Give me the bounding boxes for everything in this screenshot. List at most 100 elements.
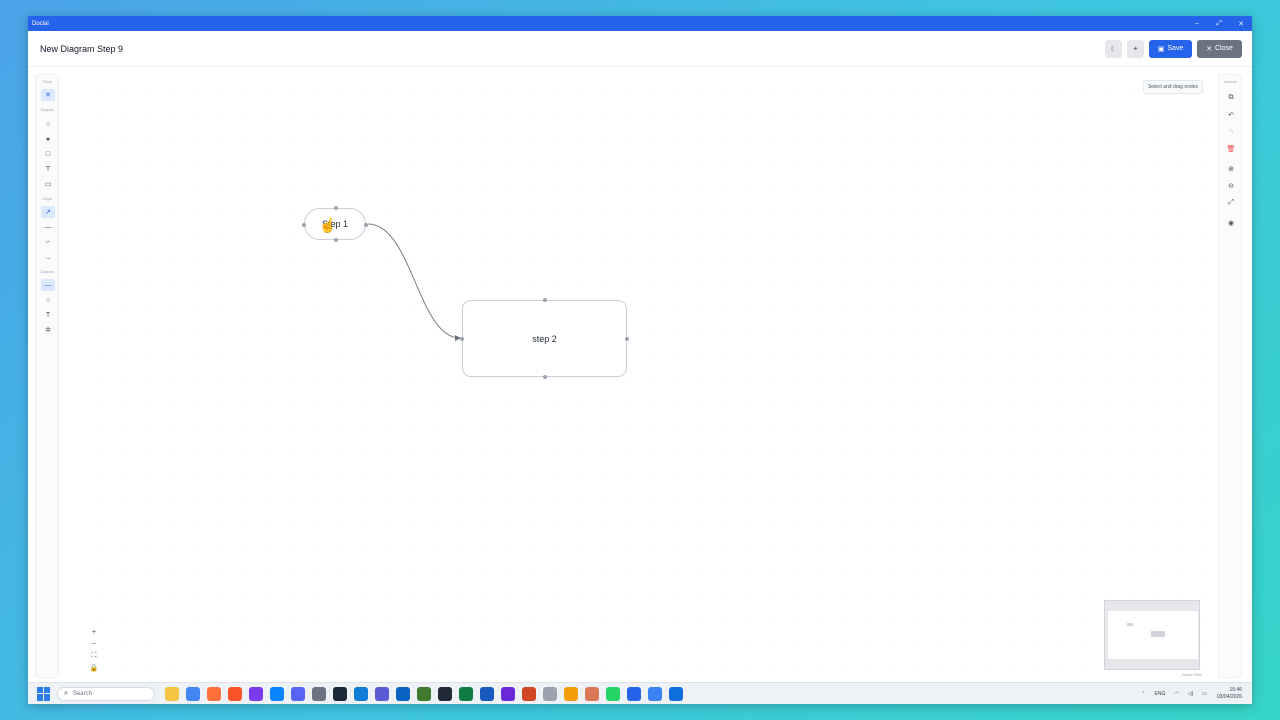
chevron-up-icon[interactable]: ⌃ bbox=[1141, 691, 1145, 697]
circle-custom-tool[interactable]: ○ bbox=[41, 294, 55, 306]
excel-icon[interactable] bbox=[459, 686, 473, 701]
minimize-button[interactable]: – bbox=[1186, 20, 1208, 27]
battery-icon[interactable]: ▭ bbox=[1202, 691, 1207, 697]
windows-logo-icon bbox=[37, 694, 43, 701]
brave-icon[interactable] bbox=[228, 686, 242, 701]
node-handle-left[interactable] bbox=[302, 223, 306, 227]
zoom-out-action[interactable]: ⊖ bbox=[1224, 180, 1238, 192]
node-step-2[interactable]: step 2 bbox=[460, 298, 629, 379]
circle-outline-tool[interactable]: ○ bbox=[41, 118, 55, 130]
clock[interactable]: 15:46 03/04/2026 bbox=[1217, 687, 1242, 701]
pen-icon[interactable] bbox=[648, 686, 662, 701]
redo-button[interactable]: ↷ bbox=[1224, 126, 1238, 138]
search-placeholder: Search bbox=[72, 690, 92, 697]
shapes-section-label: Shapes bbox=[40, 107, 54, 112]
square-icon: □ bbox=[45, 150, 51, 158]
redo-icon: ↷ bbox=[1228, 129, 1234, 136]
delete-button[interactable]: 🗑 bbox=[1224, 143, 1238, 155]
firefox-icon[interactable] bbox=[207, 686, 221, 701]
arrow-edge-tool[interactable]: → bbox=[41, 252, 55, 264]
language-indicator[interactable]: ENG bbox=[1155, 691, 1166, 697]
chatgpt-icon[interactable] bbox=[543, 686, 557, 701]
powerpoint-icon[interactable] bbox=[522, 686, 536, 701]
lock-button[interactable]: 🔒 bbox=[88, 662, 100, 674]
save-button[interactable]: ▣ Save bbox=[1149, 39, 1192, 58]
curved-edge-icon: ↗ bbox=[45, 209, 51, 216]
line-tool[interactable]: — bbox=[41, 279, 55, 291]
doclai-icon[interactable] bbox=[627, 686, 641, 701]
fit-view-action[interactable]: ⤢ bbox=[1224, 197, 1238, 209]
copy-button[interactable]: ⧉ bbox=[1224, 92, 1238, 104]
minimap-node bbox=[1151, 631, 1165, 637]
node-handle-left[interactable] bbox=[460, 337, 464, 341]
close-button[interactable]: ✕ Close bbox=[1197, 39, 1242, 58]
square-tool[interactable]: □ bbox=[41, 148, 55, 160]
minimap-node bbox=[1127, 623, 1133, 626]
sparkle-icon: ✦ bbox=[1132, 45, 1139, 53]
undo-button[interactable]: ↶ bbox=[1224, 109, 1238, 121]
notion-icon[interactable] bbox=[375, 686, 389, 701]
folder-icon[interactable] bbox=[165, 686, 179, 701]
react-flow-attribution[interactable]: React Flow bbox=[1182, 672, 1202, 677]
terminal-icon[interactable] bbox=[438, 686, 452, 701]
steam-icon[interactable] bbox=[333, 686, 347, 701]
step-edge-tool[interactable]: ⌐ bbox=[41, 236, 55, 248]
edge-icon[interactable] bbox=[354, 686, 368, 701]
zoom-in-button[interactable]: + bbox=[88, 626, 100, 638]
trash-icon: 🗑 bbox=[1226, 146, 1236, 153]
zoom-in-action[interactable]: ⊕ bbox=[1224, 163, 1238, 175]
maximize-button[interactable]: ⤢ bbox=[1208, 20, 1230, 28]
vscode-icon[interactable] bbox=[270, 686, 284, 701]
zoom-out-icon: ⊖ bbox=[1228, 183, 1234, 190]
node-handle-right[interactable] bbox=[625, 337, 629, 341]
taskbar-apps bbox=[165, 686, 690, 701]
left-toolbar: Tools ✕ Shapes ○ ● □ T ▭ Edge ↗ — ⌐ → Cu… bbox=[35, 74, 59, 678]
node-handle-top[interactable] bbox=[334, 206, 338, 210]
circle-filled-tool[interactable]: ● bbox=[41, 133, 55, 145]
zoom-controls: + − ⛶ 🔒 bbox=[88, 626, 100, 674]
taskbar-search[interactable]: ⌕ Search bbox=[57, 686, 155, 701]
node-handle-top[interactable] bbox=[543, 298, 547, 302]
text-custom-tool[interactable]: T bbox=[41, 309, 55, 321]
minecraft-icon[interactable] bbox=[417, 686, 431, 701]
start-button[interactable] bbox=[37, 686, 51, 701]
ai-assist-button[interactable]: ✦ bbox=[1127, 39, 1144, 58]
node-handle-bottom[interactable] bbox=[334, 238, 338, 242]
palette-icon: ◉ bbox=[1227, 220, 1235, 227]
claude-icon[interactable] bbox=[585, 686, 599, 701]
app-header: New Diagram Step 9 ☾ ✦ ▣ Save ✕ Close bbox=[28, 31, 1252, 67]
obs-icon[interactable] bbox=[501, 686, 515, 701]
node-handle-right[interactable] bbox=[364, 223, 368, 227]
whatsapp-icon[interactable] bbox=[606, 686, 620, 701]
zoom-out-button[interactable]: − bbox=[88, 638, 100, 650]
cloud-icon[interactable] bbox=[564, 686, 578, 701]
clock-date: 03/04/2026 bbox=[1216, 694, 1242, 700]
diagram-canvas[interactable]: Select and drag nodes Step 1 step 2 ☝ + … bbox=[82, 74, 1206, 678]
discord-icon[interactable] bbox=[291, 686, 305, 701]
pointer-tool[interactable]: ✕ bbox=[41, 89, 55, 101]
curved-edge-tool[interactable]: ↗ bbox=[41, 206, 55, 218]
window-close-button[interactable]: ✕ bbox=[1230, 20, 1252, 28]
straight-edge-tool[interactable]: — bbox=[41, 221, 55, 233]
tools-section-label: Tools bbox=[42, 79, 52, 84]
wifi-icon[interactable]: ◠ bbox=[1174, 691, 1178, 697]
text-tool[interactable]: T bbox=[41, 163, 55, 175]
teamviewer-icon[interactable] bbox=[669, 686, 683, 701]
calculator-icon[interactable] bbox=[312, 686, 326, 701]
outlook-icon[interactable] bbox=[396, 686, 410, 701]
palette-button[interactable]: ◉ bbox=[1224, 217, 1238, 229]
edge-step1-step2[interactable] bbox=[367, 223, 461, 341]
moon-icon: ☾ bbox=[1110, 45, 1117, 53]
circle-filled-icon: ● bbox=[45, 135, 51, 143]
theme-toggle-button[interactable]: ☾ bbox=[1105, 39, 1122, 58]
fit-view-button[interactable]: ⛶ bbox=[88, 650, 100, 662]
word-icon[interactable] bbox=[480, 686, 494, 701]
settings-tool[interactable]: ✲ bbox=[41, 324, 55, 336]
minimap[interactable] bbox=[1104, 600, 1200, 670]
node-handle-bottom[interactable] bbox=[543, 375, 547, 379]
volume-icon[interactable]: ◁) bbox=[1188, 691, 1194, 697]
chrome-icon[interactable] bbox=[186, 686, 200, 701]
hand-cursor-icon: ☝ bbox=[319, 217, 337, 233]
obsidian-icon[interactable] bbox=[249, 686, 263, 701]
frame-tool[interactable]: ▭ bbox=[41, 178, 55, 190]
